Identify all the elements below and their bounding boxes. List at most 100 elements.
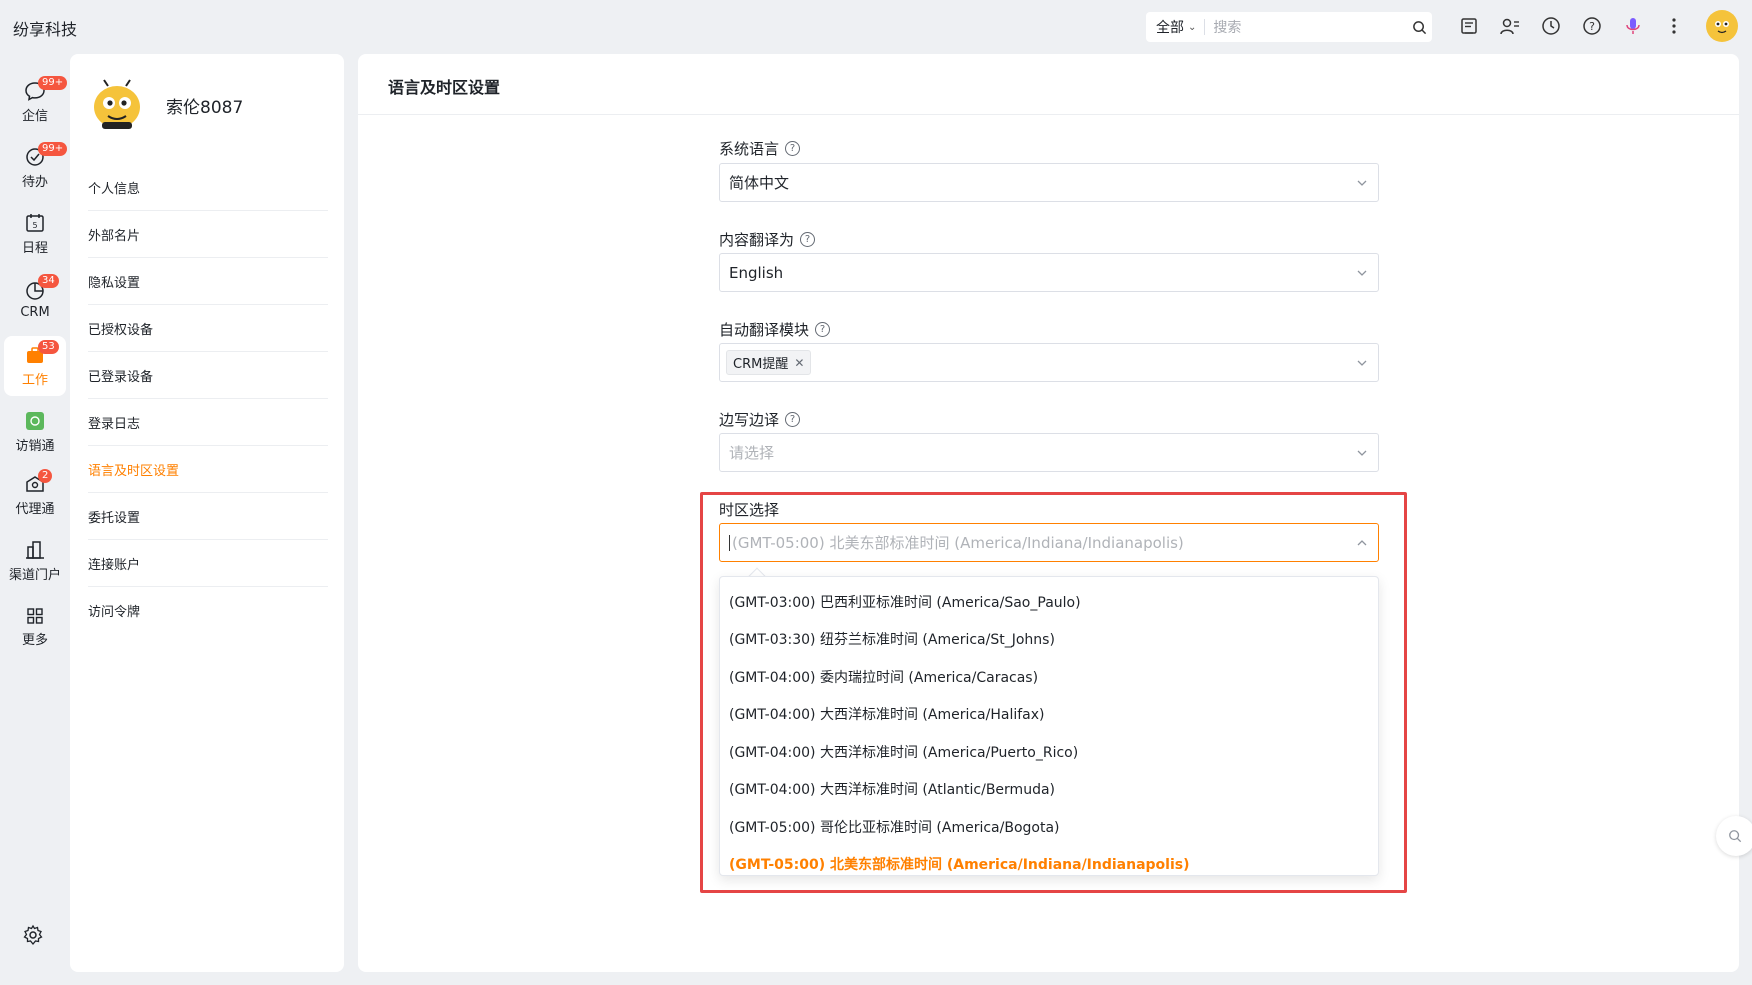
- rail-item-work[interactable]: 工作 53: [4, 336, 66, 396]
- subnav-item-delegation[interactable]: 委托设置: [88, 493, 328, 540]
- timezone-label: 时区选择: [719, 499, 779, 520]
- rail-item-visit[interactable]: 访销通: [4, 402, 66, 462]
- timezone-option[interactable]: (GMT-04:00) 大西洋标准时间 (America/Halifax): [720, 696, 1378, 734]
- rail-item-label: 工作: [21, 373, 48, 388]
- chevron-down-icon: [1357, 360, 1367, 366]
- voice-icon[interactable]: [1619, 12, 1647, 40]
- profile-avatar: [88, 76, 146, 134]
- calendar-icon: 5: [26, 214, 44, 232]
- floating-search-button[interactable]: [1716, 816, 1752, 856]
- help-icon[interactable]: ?: [785, 141, 801, 156]
- rail-item-chat[interactable]: 企信 99+: [4, 72, 68, 132]
- field-label-text: 系统语言: [719, 140, 780, 158]
- rail-item-channel-portal[interactable]: 渠道门户: [4, 531, 66, 591]
- subnav-item-connected-accounts[interactable]: 连接账户: [88, 540, 328, 587]
- subnav-item-personal-info[interactable]: 个人信息: [88, 164, 328, 211]
- select-placeholder: 请选择: [729, 444, 775, 462]
- rail-item-schedule[interactable]: 5 日程: [4, 204, 66, 264]
- rail-item-agent[interactable]: 代理通 2: [4, 465, 66, 525]
- contacts-icon[interactable]: [1496, 12, 1524, 40]
- field-label-text: 自动翻译模块: [719, 321, 810, 339]
- side-translate-select[interactable]: 请选择: [719, 433, 1379, 472]
- rail-item-label: 更多: [21, 633, 48, 648]
- unread-badge: 34: [38, 274, 59, 288]
- timezone-option[interactable]: (GMT-04:00) 大西洋标准时间 (America/Puerto_Rico…: [720, 733, 1378, 771]
- note-icon[interactable]: [1455, 12, 1483, 40]
- subnav-item-access-tokens[interactable]: 访问令牌: [88, 587, 328, 634]
- rail-item-label: 日程: [21, 241, 48, 256]
- search-input[interactable]: 搜索: [1213, 17, 1406, 37]
- svg-text:5: 5: [32, 221, 37, 230]
- search-scope-select[interactable]: 全部 ⌄: [1146, 17, 1196, 37]
- select-value: English: [729, 263, 784, 282]
- side-translate-label: 边写边译 ?: [719, 409, 801, 430]
- timezone-option-selected[interactable]: (GMT-05:00) 北美东部标准时间 (America/Indiana/In…: [720, 846, 1378, 876]
- timezone-select[interactable]: (GMT-05:00) 北美东部标准时间 (America/Indiana/In…: [719, 523, 1379, 562]
- subnav-item-authorized-devices[interactable]: 已授权设备: [88, 305, 328, 352]
- profile-name: 索伦8087: [166, 97, 244, 118]
- rail-item-label: 代理通: [15, 502, 55, 517]
- timezone-option[interactable]: (GMT-03:30) 纽芬兰标准时间 (America/St_Johns): [720, 621, 1378, 659]
- chevron-down-icon: ⌄: [1188, 21, 1197, 33]
- timezone-option[interactable]: (GMT-05:00) 哥伦比亚标准时间 (America/Bogota): [720, 808, 1378, 846]
- rail-item-label: 访销通: [15, 439, 55, 454]
- clock-icon[interactable]: [1537, 12, 1565, 40]
- profile-header: 索伦8087: [88, 76, 243, 134]
- field-label-text: 内容翻译为: [719, 231, 795, 249]
- svg-text:?: ?: [1589, 20, 1595, 33]
- system-language-label: 系统语言 ?: [719, 138, 801, 159]
- title-divider: [358, 114, 1739, 115]
- user-avatar[interactable]: [1706, 10, 1738, 42]
- timezone-option[interactable]: (GMT-04:00) 大西洋标准时间 (Atlantic/Bermuda): [720, 771, 1378, 809]
- translate-to-select[interactable]: English: [719, 253, 1379, 292]
- rail-item-label: CRM: [20, 305, 50, 320]
- search-box[interactable]: 全部 ⌄ 搜索: [1146, 12, 1432, 42]
- select-value: 简体中文: [729, 174, 790, 192]
- rail-item-more[interactable]: 更多: [4, 597, 66, 657]
- main-panel: 语言及时区设置 系统语言 ? 简体中文 内容翻译为 ? English 自动翻译…: [358, 54, 1739, 972]
- rail-item-crm[interactable]: CRM 34: [4, 270, 66, 330]
- chevron-down-icon: [1357, 270, 1367, 276]
- timezone-option[interactable]: (GMT-04:00) 委内瑞拉时间 (America/Caracas): [720, 658, 1378, 696]
- more-icon[interactable]: [1660, 12, 1688, 40]
- subnav-item-logged-in-devices[interactable]: 已登录设备: [88, 352, 328, 399]
- selected-tag: CRM提醒 ✕: [726, 350, 812, 375]
- visit-icon: [26, 412, 44, 430]
- field-label-text: 时区选择: [719, 501, 780, 519]
- chevron-down-icon: [1357, 450, 1367, 456]
- close-icon[interactable]: ✕: [794, 356, 804, 370]
- timezone-dropdown: (GMT-03:00) 巴西利亚标准时间 (America/Sao_Paulo)…: [719, 576, 1379, 876]
- help-icon[interactable]: ?: [815, 322, 831, 337]
- tag-label: CRM提醒: [733, 357, 789, 372]
- rail-item-todo[interactable]: 待办 99+: [4, 138, 68, 198]
- search-scope-label: 全部: [1156, 20, 1184, 36]
- unread-badge: 2: [38, 469, 53, 483]
- settings-subnav: 索伦8087 个人信息 外部名片 隐私设置 已授权设备 已登录设备 登录日志 语…: [70, 54, 344, 972]
- auto-translate-select[interactable]: CRM提醒 ✕: [719, 343, 1379, 382]
- unread-badge: 53: [38, 340, 59, 354]
- select-placeholder: (GMT-05:00) 北美东部标准时间 (America/Indiana/In…: [732, 534, 1184, 552]
- subnav-item-external-card[interactable]: 外部名片: [88, 211, 328, 258]
- search-icon: [1729, 830, 1742, 843]
- search-icon[interactable]: [1406, 20, 1432, 35]
- rail-item-label: 渠道门户: [8, 568, 61, 583]
- system-language-select[interactable]: 简体中文: [719, 163, 1379, 202]
- settings-gear-icon[interactable]: [22, 924, 44, 950]
- help-icon[interactable]: ?: [785, 412, 801, 427]
- subnav-item-privacy[interactable]: 隐私设置: [88, 258, 328, 305]
- text-cursor: [729, 534, 730, 551]
- subnav-list: 个人信息 外部名片 隐私设置 已授权设备 已登录设备 登录日志 语言及时区设置 …: [88, 164, 328, 634]
- subnav-item-language-timezone[interactable]: 语言及时区设置: [88, 446, 328, 493]
- field-label-text: 边写边译: [719, 411, 780, 429]
- top-bar: 纷享科技 全部 ⌄ 搜索 ?: [0, 0, 1752, 52]
- help-icon[interactable]: ?: [800, 232, 816, 247]
- left-rail: 企信 99+ 待办 99+ 5 日程 CRM 34 工作 53 访销通 代理通 …: [0, 52, 70, 985]
- grid-icon: [27, 608, 43, 624]
- rail-item-label: 企信: [21, 109, 48, 124]
- app-title: 纷享科技: [13, 20, 78, 39]
- help-icon[interactable]: ?: [1578, 12, 1606, 40]
- timezone-option[interactable]: (GMT-03:00) 巴西利亚标准时间 (America/Sao_Paulo): [720, 583, 1378, 621]
- page-title: 语言及时区设置: [388, 78, 501, 97]
- chevron-up-icon: [1357, 540, 1367, 546]
- subnav-item-login-log[interactable]: 登录日志: [88, 399, 328, 446]
